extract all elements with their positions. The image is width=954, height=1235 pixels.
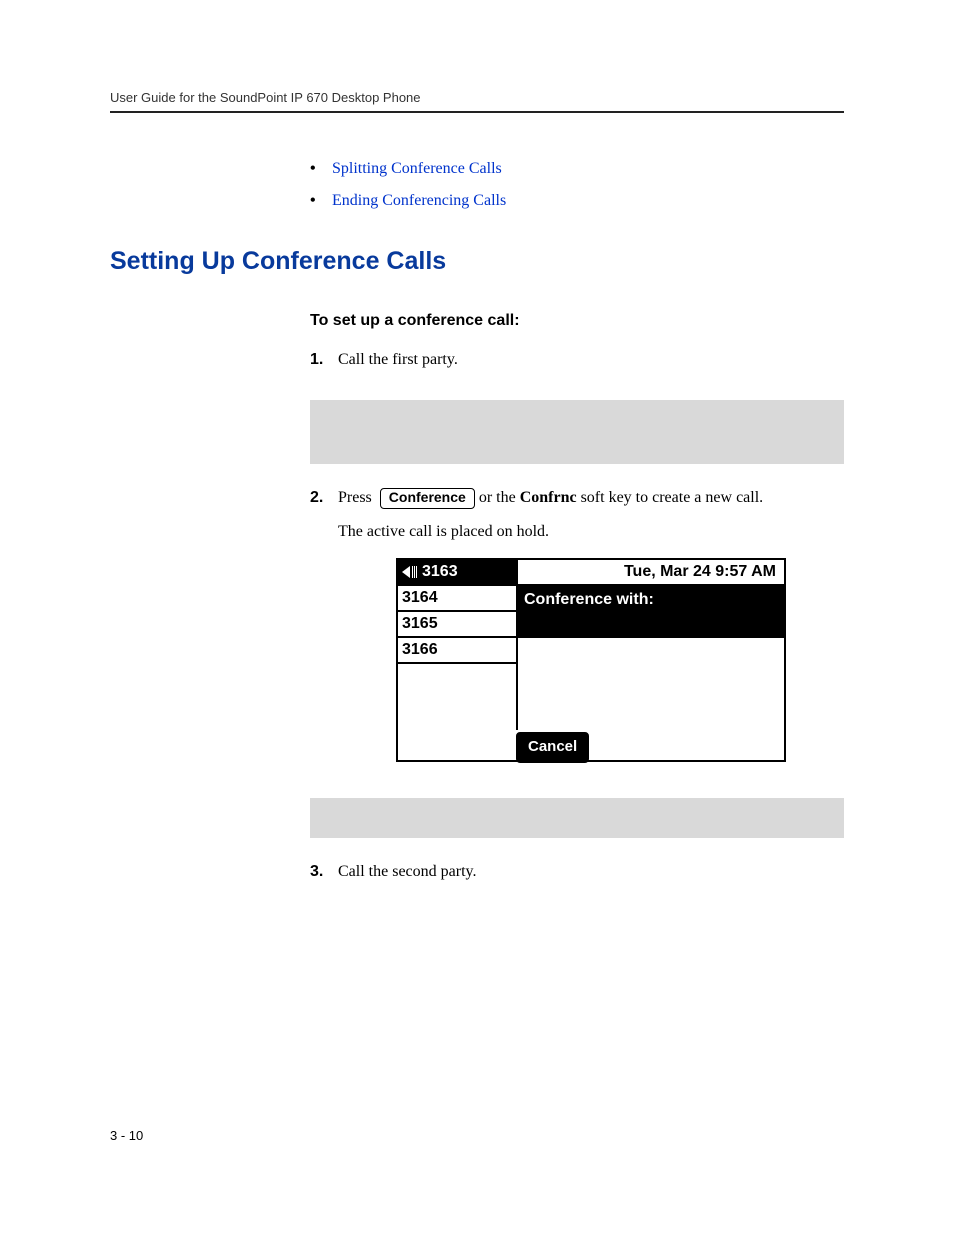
note-block — [310, 798, 844, 838]
note-block — [310, 400, 844, 464]
procedure-title: To set up a conference call: — [310, 312, 844, 330]
line-extension: 3166 — [402, 638, 438, 662]
step-text: Call the first party. — [338, 348, 844, 372]
section-heading: Setting Up Conference Calls — [110, 247, 844, 276]
topic-links-list: Splitting Conference Calls Ending Confer… — [310, 153, 844, 217]
link-splitting-conf[interactable]: Splitting Conference Calls — [332, 160, 502, 177]
softkey-row: Cancel — [398, 730, 784, 760]
step-number: 2. — [310, 486, 338, 510]
press-word: Press — [338, 489, 372, 506]
step-1: 1. Call the first party. — [310, 348, 844, 382]
link-ending-conf[interactable]: Ending Conferencing Calls — [332, 192, 506, 209]
line-extension: 3164 — [402, 586, 438, 610]
phone-screen-figure: 3163 Tue, Mar 24 9:57 AM 3164 3165 3166 … — [396, 558, 786, 762]
cancel-softkey: Cancel — [516, 732, 589, 763]
confrnc-softkey-name: Confrnc — [520, 489, 577, 506]
phone-datetime: Tue, Mar 24 9:57 AM — [518, 560, 784, 586]
conference-with-prompt: Conference with: — [518, 586, 784, 638]
step-number: 1. — [310, 348, 338, 372]
line-key-3: 3165 — [398, 612, 516, 638]
speaker-bars-icon — [412, 566, 418, 578]
running-header: User Guide for the SoundPoint IP 670 Des… — [110, 90, 844, 113]
page-number: 3 - 10 — [110, 1128, 143, 1143]
line-key-1-active: 3163 — [398, 560, 518, 586]
step-number: 3. — [310, 860, 338, 884]
speaker-arrow-icon — [402, 566, 410, 578]
line-key-4: 3166 — [398, 638, 516, 664]
line-key-2: 3164 — [398, 586, 516, 612]
step-text: Call the second party. — [338, 860, 844, 884]
text-fragment: soft key to create a new call. — [577, 489, 764, 506]
step-subtext: The active call is placed on hold. — [338, 520, 844, 544]
step-3: 3. Call the second party. — [310, 860, 844, 894]
step-2: 2. Press Conference or the Confrnc soft … — [310, 486, 844, 780]
conference-key-icon: Conference — [380, 488, 475, 508]
line-extension: 3163 — [422, 560, 458, 584]
line-extension: 3165 — [402, 612, 438, 636]
text-fragment: or the — [479, 489, 520, 506]
step-text: Press Conference or the Confrnc soft key… — [338, 486, 844, 510]
